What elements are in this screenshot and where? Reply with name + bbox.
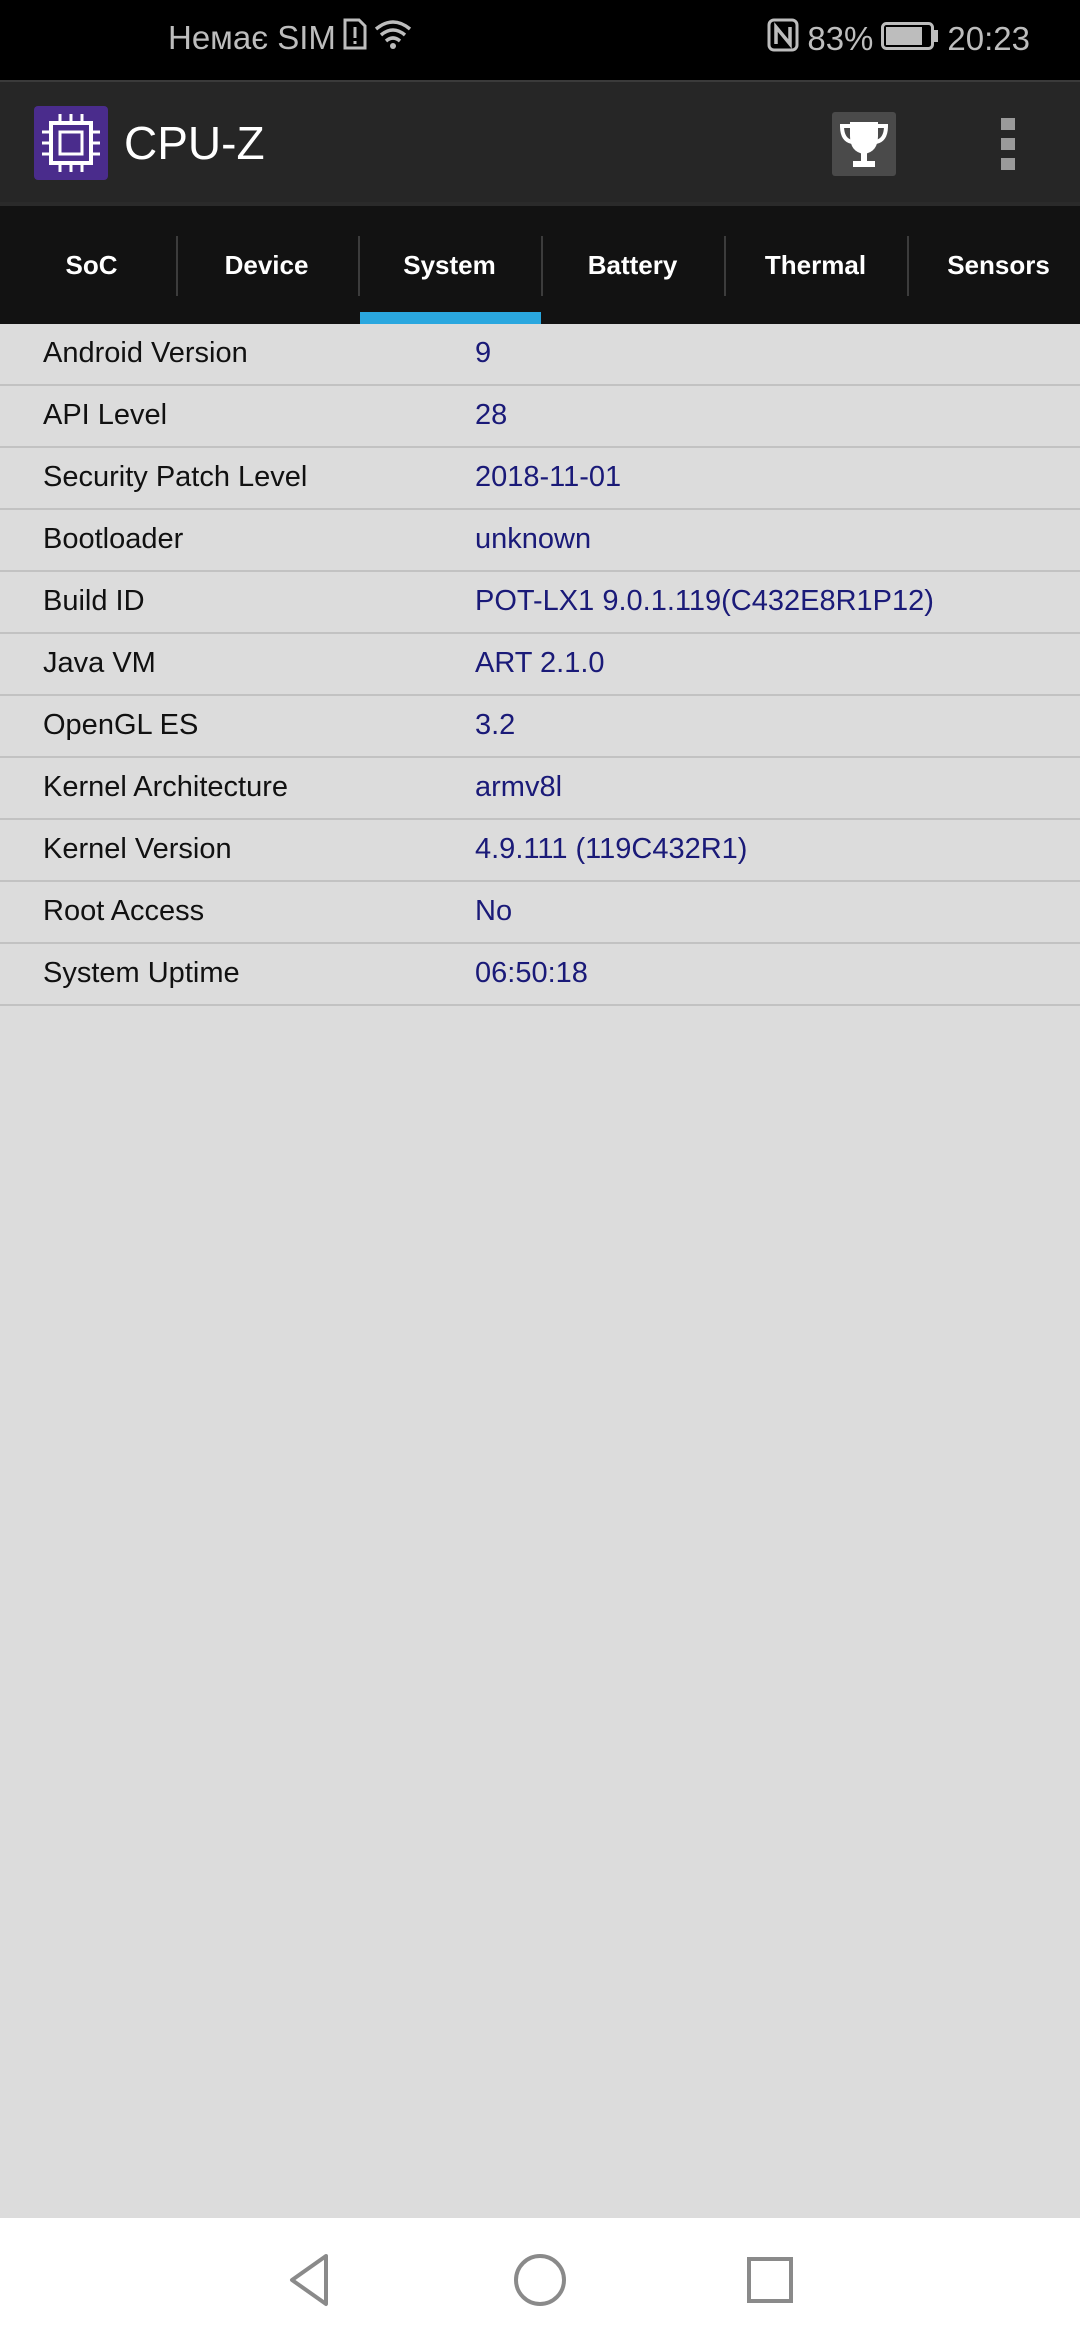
row-value: 9 xyxy=(475,337,492,369)
carrier-text: Немає SIM xyxy=(168,19,336,56)
info-row-root-access: Root Access No xyxy=(0,882,1080,944)
row-label: Build ID xyxy=(43,585,145,617)
row-value: No xyxy=(475,895,513,927)
wifi-icon xyxy=(374,18,412,58)
status-left: Немає SIM xyxy=(168,18,412,58)
row-value: 28 xyxy=(475,399,508,431)
battery-percent: 83% xyxy=(807,20,874,57)
info-row-android-version: Android Version 9 xyxy=(0,324,1080,386)
status-right: 83% 20:23 xyxy=(767,18,1030,60)
info-row-security-patch: Security Patch Level 2018-11-01 xyxy=(0,448,1080,510)
trophy-button[interactable] xyxy=(832,112,896,176)
row-value: 4.9.111 (119C432R1) xyxy=(475,833,748,865)
info-row-bootloader: Bootloader unknown xyxy=(0,510,1080,572)
home-button[interactable] xyxy=(508,2248,572,2312)
row-value: ART 2.1.0 xyxy=(475,647,605,679)
tab-sensors[interactable]: Sensors xyxy=(907,206,1080,324)
row-label: OpenGL ES xyxy=(43,709,199,741)
sim-alert-icon xyxy=(342,18,368,58)
row-label: Kernel Architecture xyxy=(43,771,289,803)
row-label: Bootloader xyxy=(43,523,184,555)
row-label: System Uptime xyxy=(43,957,240,989)
cpu-chip-icon xyxy=(34,106,108,180)
info-row-system-uptime: System Uptime 06:50:18 xyxy=(0,944,1080,1006)
more-vert-icon xyxy=(990,118,1026,178)
app-title: CPU-Z xyxy=(124,117,265,169)
overflow-menu-button[interactable] xyxy=(990,116,1026,174)
tab-bar: SoC Device System Battery Thermal Sensor… xyxy=(0,202,1080,324)
row-value: 2018-11-01 xyxy=(475,461,622,493)
row-label: Security Patch Level xyxy=(43,461,308,493)
info-row-kernel-version: Kernel Version 4.9.111 (119C432R1) xyxy=(0,820,1080,882)
info-row-api-level: API Level 28 xyxy=(0,386,1080,448)
trophy-icon xyxy=(832,122,896,180)
battery-icon xyxy=(881,20,939,58)
row-label: API Level xyxy=(43,399,168,431)
nfc-icon xyxy=(767,18,799,60)
row-value: 06:50:18 xyxy=(475,957,588,989)
info-row-java-vm: Java VM ART 2.1.0 xyxy=(0,634,1080,696)
status-bar: Немає SIM 83% 20:23 xyxy=(0,0,1080,80)
system-info-list: Android Version 9 API Level 28 Security … xyxy=(0,324,1080,1006)
tab-system[interactable]: System xyxy=(358,206,541,324)
active-tab-indicator xyxy=(360,312,541,324)
row-value: 3.2 xyxy=(475,709,516,741)
tab-thermal[interactable]: Thermal xyxy=(724,206,907,324)
row-label: Root Access xyxy=(43,895,205,927)
info-row-kernel-architecture: Kernel Architecture armv8l xyxy=(0,758,1080,820)
row-value: unknown xyxy=(475,523,592,555)
row-value: armv8l xyxy=(475,771,563,803)
back-button[interactable] xyxy=(278,2248,342,2312)
recents-icon xyxy=(738,2257,802,2316)
row-label: Kernel Version xyxy=(43,833,232,865)
home-icon xyxy=(508,2254,572,2316)
info-row-opengl-es: OpenGL ES 3.2 xyxy=(0,696,1080,758)
info-row-build-id: Build ID POT-LX1 9.0.1.119(C432E8R1P12) xyxy=(0,572,1080,634)
navigation-bar xyxy=(0,2218,1080,2340)
recents-button[interactable] xyxy=(738,2248,802,2312)
tab-battery[interactable]: Battery xyxy=(541,206,724,324)
row-label: Android Version xyxy=(43,337,248,369)
tab-device[interactable]: Device xyxy=(175,206,358,324)
back-icon xyxy=(278,2254,342,2316)
row-label: Java VM xyxy=(43,647,156,679)
app-bar: CPU-Z xyxy=(0,80,1080,202)
tab-soc[interactable]: SoC xyxy=(0,206,183,324)
clock: 20:23 xyxy=(947,20,1030,57)
row-value: POT-LX1 9.0.1.119(C432E8R1P12) xyxy=(475,585,934,617)
